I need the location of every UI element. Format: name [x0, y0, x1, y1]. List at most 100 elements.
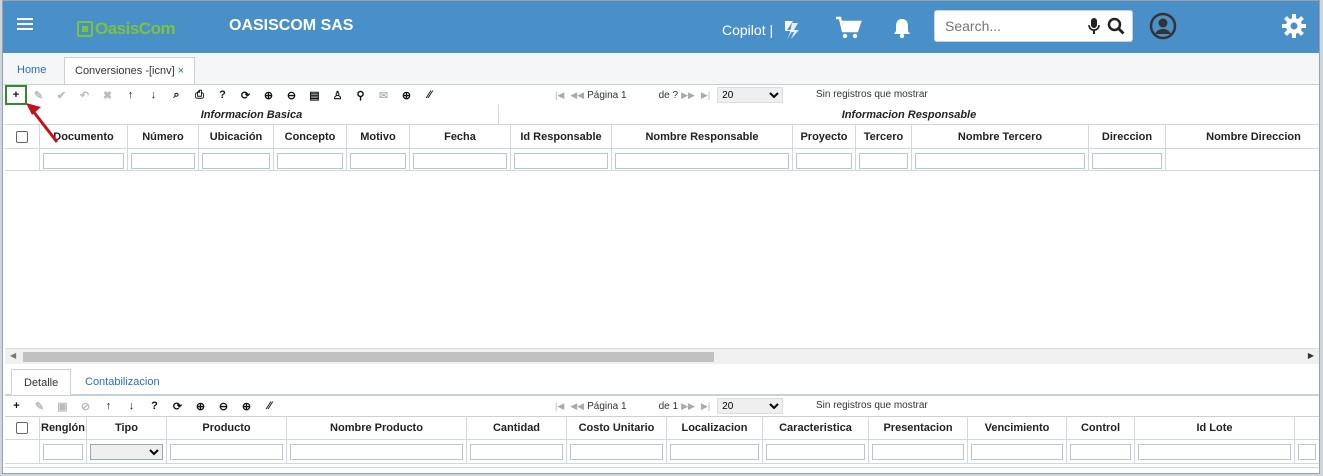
first-page-icon[interactable]: |◀: [555, 90, 564, 101]
filter-direccion-input[interactable]: [1092, 152, 1162, 169]
col-id-lote[interactable]: Id Lote: [1135, 416, 1295, 439]
filter-tercero-input[interactable]: [859, 152, 908, 169]
col-nombre-producto[interactable]: Nombre Producto: [287, 416, 467, 439]
filter-fecha-input[interactable]: [413, 152, 507, 169]
filter-producto-input[interactable]: [170, 443, 283, 460]
col-fecha[interactable]: Fecha: [410, 125, 511, 148]
filter-proyecto-input[interactable]: [796, 152, 852, 169]
col-presentacion[interactable]: Presentacion: [869, 416, 968, 439]
filter-cantidad-input[interactable]: [470, 443, 563, 460]
col-costo-unitario[interactable]: Costo Unitario: [567, 416, 667, 439]
col-motivo[interactable]: Motivo: [347, 125, 410, 148]
page-size-select[interactable]: 20: [717, 398, 784, 414]
filter-extra-input[interactable]: [1298, 443, 1316, 460]
page-number-input[interactable]: [628, 398, 657, 414]
zoom-out-icon[interactable]: ⊖: [212, 396, 235, 416]
help-icon[interactable]: ?: [143, 396, 166, 416]
col-nombre-tercero[interactable]: Nombre Tercero: [912, 125, 1089, 148]
cart-icon[interactable]: [835, 16, 863, 43]
prev-page-icon[interactable]: ◀◀: [570, 90, 584, 101]
col-direccion[interactable]: Direccion: [1089, 125, 1166, 148]
scroll-left-icon[interactable]: ◀: [10, 351, 16, 360]
filter-nombre-responsable-input[interactable]: [615, 152, 789, 169]
col-tercero[interactable]: Tercero: [856, 125, 912, 148]
bell-icon[interactable]: [892, 17, 912, 42]
pin-icon[interactable]: ⚲: [349, 85, 372, 105]
col-numero[interactable]: Número: [128, 125, 199, 148]
scroll-right-icon[interactable]: ▶: [1308, 351, 1314, 360]
settings-gear-icon[interactable]: [1281, 13, 1307, 42]
col-caracteristica[interactable]: Caracteristica: [763, 416, 869, 439]
edit-pencil-icon[interactable]: ✎: [28, 396, 51, 416]
next-page-icon[interactable]: ▶▶: [681, 90, 695, 101]
add-circle-icon[interactable]: ⊕: [395, 85, 418, 105]
search-icon[interactable]: [1107, 17, 1125, 35]
col-nombre-responsable[interactable]: Nombre Responsable: [612, 125, 793, 148]
horizontal-scrollbar[interactable]: ◀ ▶: [5, 348, 1319, 364]
col-localizacion[interactable]: Localizacion: [667, 416, 763, 439]
select-all-checkbox[interactable]: [16, 421, 28, 434]
next-page-icon[interactable]: ▶▶: [681, 401, 695, 412]
last-page-icon[interactable]: ▶|: [701, 401, 710, 412]
add-detail-button[interactable]: +: [5, 396, 28, 416]
page-number-input[interactable]: [628, 87, 657, 103]
filter-caracteristica-input[interactable]: [766, 443, 865, 460]
cancel-icon[interactable]: ⊘: [74, 396, 97, 416]
col-nombre-direccion[interactable]: Nombre Direccion: [1166, 125, 1319, 148]
scrollbar-thumb[interactable]: [23, 352, 714, 362]
filter-vencimiento-input[interactable]: [971, 443, 1063, 460]
help-icon[interactable]: ?: [211, 85, 234, 105]
microphone-icon[interactable]: [1087, 17, 1101, 35]
refresh-icon[interactable]: ⟳: [234, 85, 257, 105]
zoom-in-icon[interactable]: ⊕: [189, 396, 212, 416]
filter-renglon-input[interactable]: [43, 443, 83, 460]
tab-contabilizacion[interactable]: Contabilizacion: [73, 369, 172, 395]
tab-home[interactable]: Home: [7, 57, 56, 85]
col-ubicacion[interactable]: Ubicación: [199, 125, 274, 148]
refresh-icon[interactable]: ⟳: [166, 396, 189, 416]
user-icon[interactable]: ♙: [326, 85, 349, 105]
filter-tipo-select[interactable]: [90, 443, 163, 460]
filter-id-responsable-input[interactable]: [514, 152, 608, 169]
copilot-button[interactable]: Copilot |: [722, 19, 803, 41]
filter-costo-unitario-input[interactable]: [570, 443, 663, 460]
logo[interactable]: OasisCom: [77, 19, 176, 39]
zoom-out-icon[interactable]: ⊖: [280, 85, 303, 105]
filter-ubicacion-input[interactable]: [202, 152, 270, 169]
filter-presentacion-input[interactable]: [872, 443, 964, 460]
menu-icon[interactable]: [17, 18, 33, 32]
filter-motivo-input[interactable]: [350, 152, 406, 169]
filter-localizacion-input[interactable]: [670, 443, 759, 460]
arrow-down-icon[interactable]: ↓: [142, 85, 165, 105]
col-renglon[interactable]: Renglón: [40, 416, 87, 439]
zoom-in-icon[interactable]: ⊕: [257, 85, 280, 105]
first-page-icon[interactable]: |◀: [555, 401, 564, 412]
delete-x-icon[interactable]: ✖: [96, 85, 119, 105]
search-input[interactable]: [945, 18, 1083, 34]
col-tipo[interactable]: Tipo: [87, 416, 167, 439]
filter-control-input[interactable]: [1070, 443, 1131, 460]
filter-concepto-input[interactable]: [277, 152, 343, 169]
arrow-down-icon[interactable]: ↓: [120, 396, 143, 416]
col-control[interactable]: Control: [1067, 416, 1135, 439]
col-vencimiento[interactable]: Vencimiento: [968, 416, 1067, 439]
tab-detalle[interactable]: Detalle: [11, 369, 72, 395]
col-producto[interactable]: Producto: [167, 416, 287, 439]
last-page-icon[interactable]: ▶|: [701, 90, 710, 101]
filter-numero-input[interactable]: [131, 152, 195, 169]
col-cantidad[interactable]: Cantidad: [467, 416, 567, 439]
resize-icon[interactable]: ⁄⁄: [418, 85, 441, 105]
col-proyecto[interactable]: Proyecto: [793, 125, 856, 148]
filter-documento-input[interactable]: [43, 152, 124, 169]
print-icon[interactable]: ⎙: [188, 85, 211, 105]
arrow-up-icon[interactable]: ↑: [119, 85, 142, 105]
tab-conversiones[interactable]: Conversiones -[icnv] ×: [64, 57, 196, 85]
save-disk-icon[interactable]: ▣: [51, 396, 74, 416]
col-concepto[interactable]: Concepto: [274, 125, 347, 148]
user-avatar-icon[interactable]: [1148, 11, 1178, 44]
find-icon[interactable]: ⌕: [165, 85, 188, 105]
arrow-up-icon[interactable]: ↑: [97, 396, 120, 416]
page-size-select[interactable]: 20: [717, 87, 784, 103]
add-circle-icon[interactable]: ⊕: [235, 396, 258, 416]
filter-nombre-producto-input[interactable]: [290, 443, 463, 460]
